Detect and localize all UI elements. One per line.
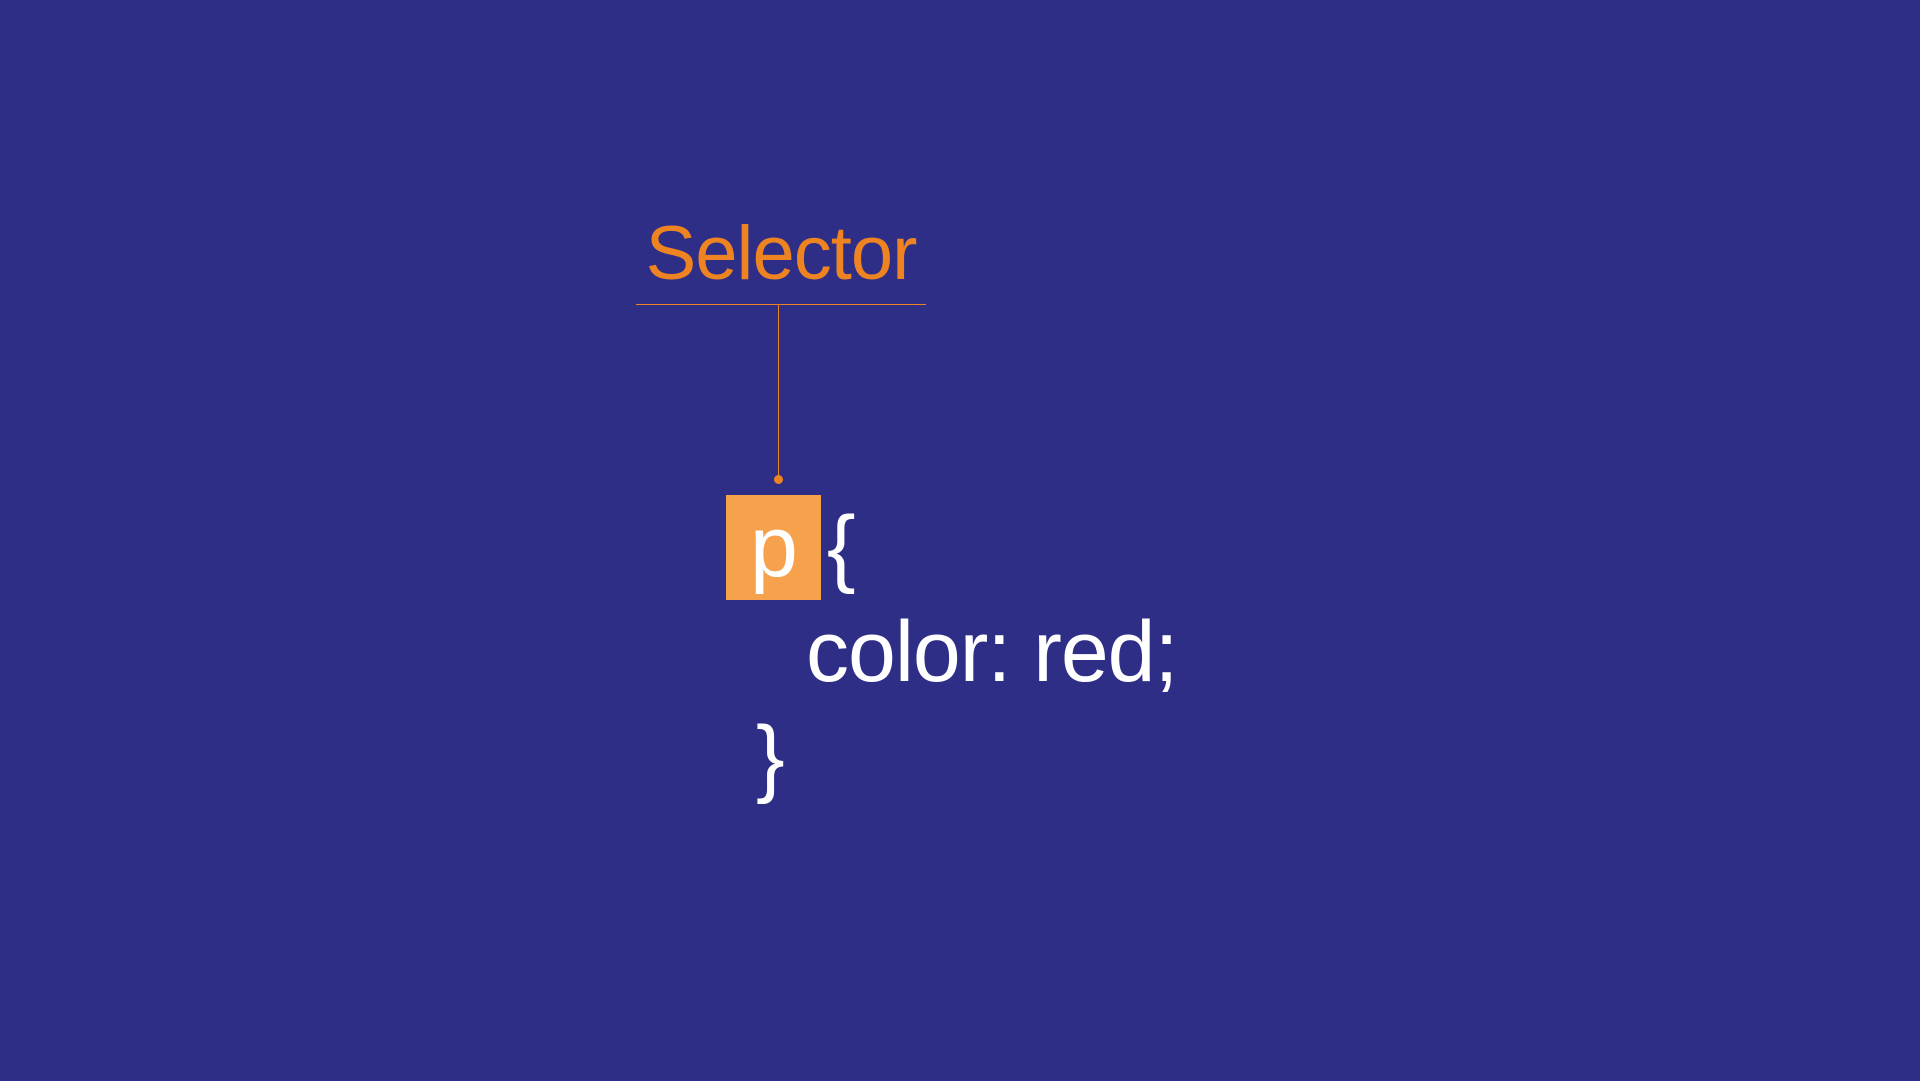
code-line-declaration: color: red; xyxy=(726,600,1177,705)
close-brace: } xyxy=(726,705,1177,810)
open-brace: { xyxy=(827,495,855,600)
connector-line xyxy=(778,304,779,477)
annotation-label: Selector xyxy=(636,210,926,297)
selector-highlight: p xyxy=(726,495,821,600)
connector-dot-icon xyxy=(774,475,783,484)
annotation-underline xyxy=(636,304,926,305)
annotation-label-container: Selector xyxy=(636,210,926,297)
code-line-selector: p{ xyxy=(726,495,1177,600)
css-code-block: p{ color: red; } xyxy=(726,495,1177,810)
